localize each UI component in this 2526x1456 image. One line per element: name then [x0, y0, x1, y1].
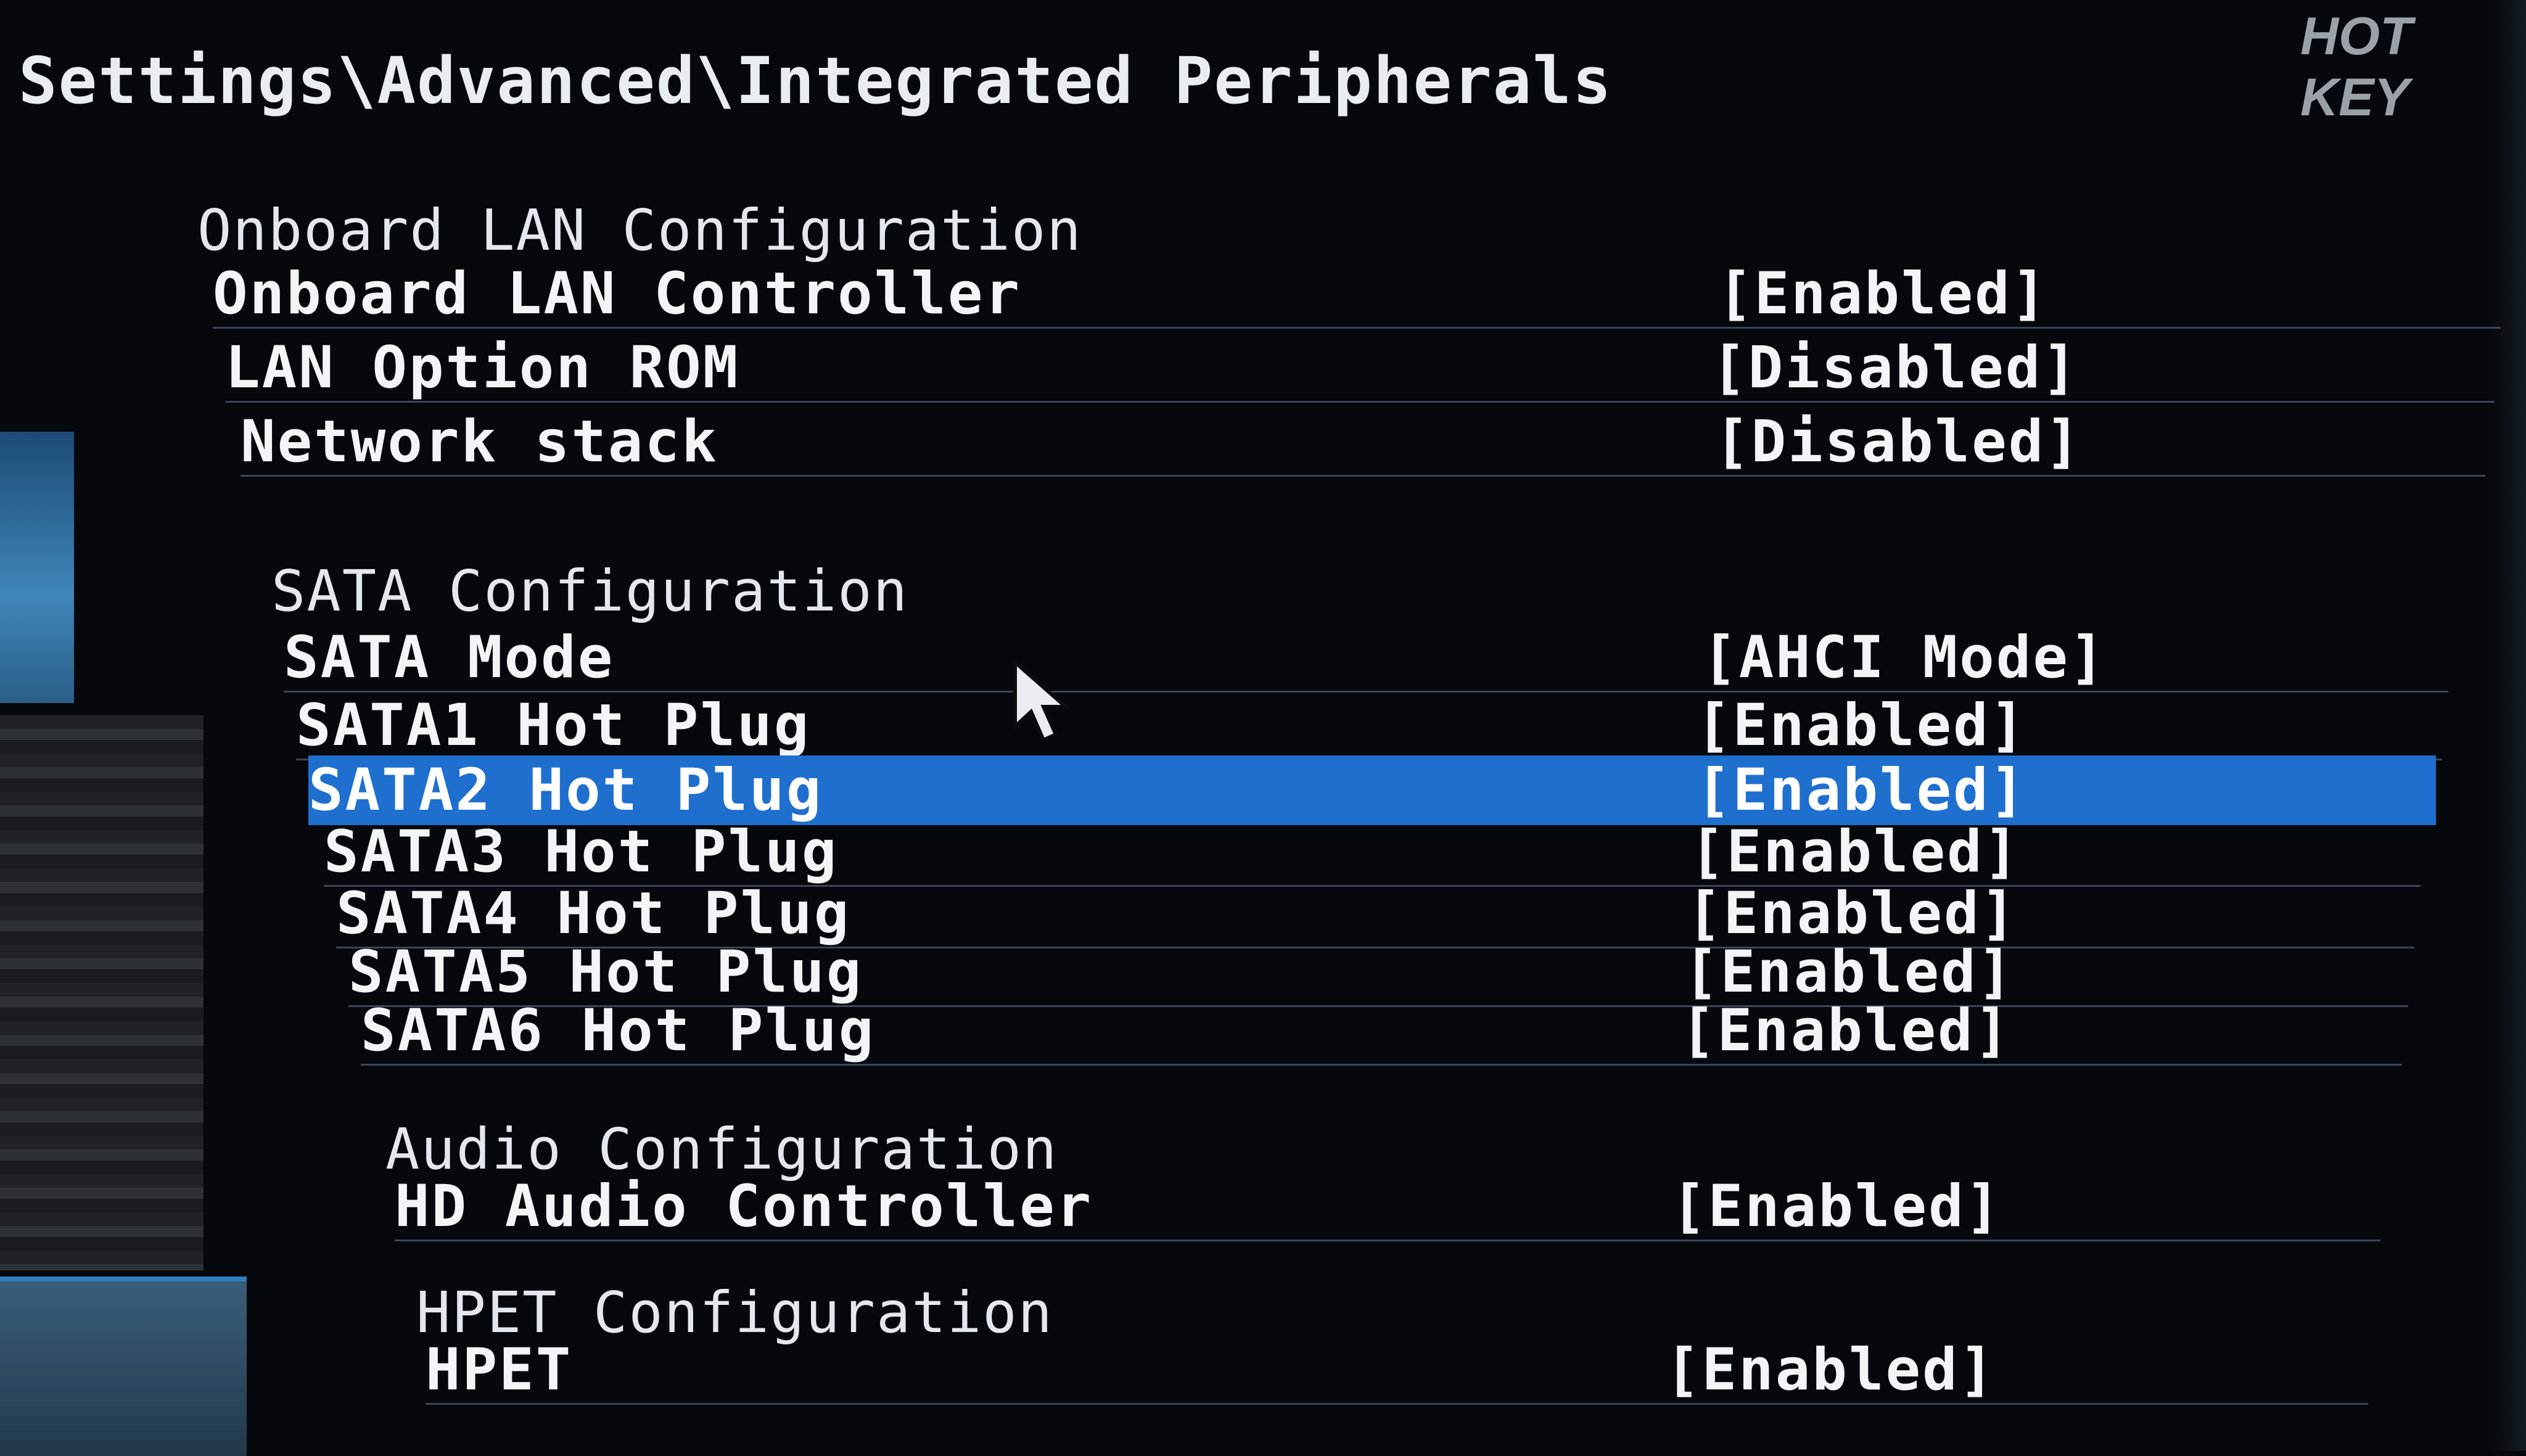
setting-row-hpet[interactable]: HPET [Enabled] — [426, 1335, 2368, 1405]
setting-value[interactable]: [Enabled] — [1696, 757, 2026, 824]
setting-value[interactable]: [Enabled] — [1671, 1173, 2002, 1240]
setting-value[interactable]: [Disabled] — [1714, 408, 2082, 475]
setting-label: Network stack — [241, 408, 718, 475]
breadcrumb: Settings\Advanced\Integrated Peripherals — [19, 43, 1613, 118]
setting-row-sata2-hot-plug[interactable]: SATA2 Hot Plug [Enabled] — [308, 755, 2436, 825]
setting-row-lan-option-rom[interactable]: LAN Option ROM [Disabled] — [225, 333, 2495, 403]
setting-label: SATA6 Hot Plug — [361, 997, 876, 1064]
setting-value[interactable]: [Enabled] — [1696, 692, 2026, 759]
setting-label: SATA Mode — [284, 624, 615, 691]
right-edge-panel — [2489, 0, 2526, 1451]
setting-row-sata3-hot-plug[interactable]: SATA3 Hot Plug [Enabled] — [324, 817, 2421, 887]
setting-value[interactable]: [Enabled] — [1681, 997, 2011, 1064]
setting-label: HPET — [426, 1336, 573, 1404]
setting-row-onboard-lan-controller[interactable]: Onboard LAN Controller [Enabled] — [213, 259, 2501, 329]
hotkey-button[interactable]: HOT KEY — [2300, 6, 2526, 128]
setting-label: HD Audio Controller — [395, 1173, 1093, 1240]
setting-label: LAN Option ROM — [225, 334, 740, 401]
setting-value[interactable]: [Enabled] — [1665, 1336, 1996, 1404]
setting-label: SATA1 Hot Plug — [296, 692, 811, 759]
setting-label: SATA3 Hot Plug — [324, 818, 839, 886]
setting-value[interactable]: [AHCI Mode] — [1702, 624, 2107, 691]
lan-config-header: Onboard LAN Configuration — [197, 197, 1082, 263]
sata-config-header: SATA Configuration — [271, 558, 908, 624]
setting-value[interactable]: [Enabled] — [1718, 260, 2048, 327]
mouse-cursor-icon — [1013, 660, 1071, 742]
setting-row-sata6-hot-plug[interactable]: SATA6 Hot Plug [Enabled] — [361, 996, 2402, 1066]
setting-row-sata-mode[interactable]: SATA Mode [AHCI Mode] — [284, 623, 2448, 693]
setting-row-hd-audio-controller[interactable]: HD Audio Controller [Enabled] — [395, 1172, 2380, 1241]
setting-label: SATA2 Hot Plug — [308, 757, 823, 824]
setting-value[interactable]: [Enabled] — [1690, 818, 2020, 886]
side-panel-bottom — [0, 1277, 247, 1456]
side-panel-accent — [0, 432, 74, 703]
side-panel-stripes — [0, 715, 204, 1270]
setting-label: Onboard LAN Controller — [213, 260, 1022, 327]
setting-row-network-stack[interactable]: Network stack [Disabled] — [241, 407, 2485, 477]
setting-value[interactable]: [Disabled] — [1711, 334, 2079, 401]
setting-row-sata1-hot-plug[interactable]: SATA1 Hot Plug [Enabled] — [296, 691, 2442, 760]
